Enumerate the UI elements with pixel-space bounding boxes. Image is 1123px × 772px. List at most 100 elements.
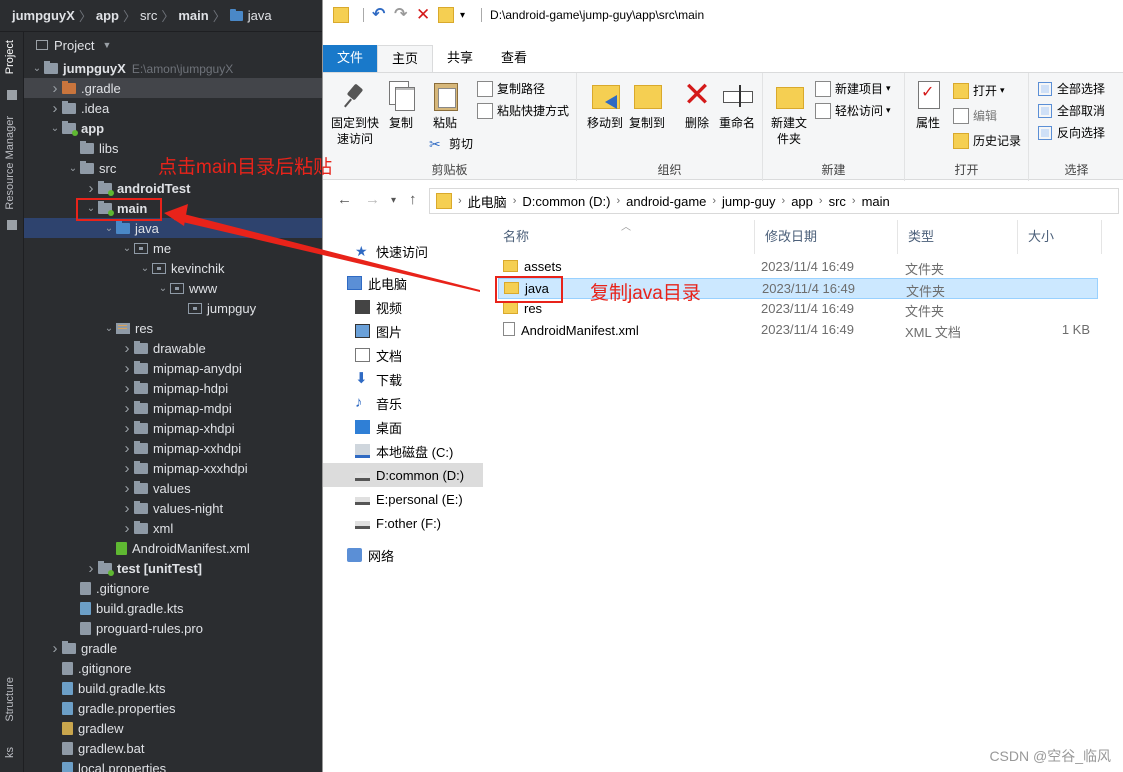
tree-row[interactable]: proguard-rules.pro <box>24 618 322 638</box>
tree-row[interactable]: build.gradle.kts <box>24 678 322 698</box>
chevron-right-icon[interactable]: › <box>120 380 134 397</box>
chevron-down-icon[interactable]: ▼ <box>102 40 111 50</box>
tree-row[interactable]: gradlew <box>24 718 322 738</box>
chevron-down-icon[interactable]: ⌄ <box>48 123 62 134</box>
nav-item[interactable]: ★ 快速访问 <box>323 239 483 263</box>
tree-row[interactable]: ⌄ me <box>24 238 322 258</box>
tree-row[interactable]: › mipmap-mdpi <box>24 398 322 418</box>
redo-icon[interactable]: ↷ <box>394 7 410 23</box>
tree-row[interactable]: › drawable <box>24 338 322 358</box>
forward-arrow-icon[interactable]: → <box>365 191 380 208</box>
nav-item[interactable]: 桌面 <box>323 415 483 439</box>
edit-button[interactable]: 编辑 <box>953 107 997 124</box>
easy-access-button[interactable]: 轻松访问 ▾ <box>815 102 891 119</box>
copy-to-button[interactable]: 复制到 <box>627 79 667 131</box>
tree-row[interactable]: › xml <box>24 518 322 538</box>
nav-item[interactable]: 文档 <box>323 343 483 367</box>
invert-selection-button[interactable]: 反向选择 <box>1037 124 1105 141</box>
address-crumb[interactable]: app <box>791 194 813 209</box>
address-crumb[interactable]: src <box>829 194 846 209</box>
project-panel-header[interactable]: Project ▼ <box>24 32 322 58</box>
tree-row[interactable]: jumpguy <box>24 298 322 318</box>
breadcrumb-item[interactable]: java <box>248 8 272 23</box>
customize-quick-access-icon[interactable]: ▾ <box>460 10 465 21</box>
tree-row[interactable]: .gitignore <box>24 658 322 678</box>
chevron-right-icon[interactable]: › <box>84 560 98 577</box>
breadcrumb-item[interactable]: app <box>96 8 119 23</box>
tree-row[interactable]: › values-night <box>24 498 322 518</box>
address-crumb[interactable]: jump-guy <box>722 194 775 209</box>
new-item-button[interactable]: 新建项目 ▾ <box>815 80 891 97</box>
nav-item[interactable]: 视频 <box>323 295 483 319</box>
tree-row[interactable]: AndroidManifest.xml <box>24 538 322 558</box>
tab-home[interactable]: 主页 <box>377 45 434 72</box>
chevron-down-icon[interactable]: ⌄ <box>66 163 80 174</box>
chevron-right-icon[interactable]: › <box>120 520 134 537</box>
move-to-button[interactable]: 移动到 <box>585 79 625 131</box>
copy-button[interactable]: 复制 <box>383 79 419 131</box>
tree-row[interactable]: build.gradle.kts <box>24 598 322 618</box>
new-folder-button[interactable]: 新建文件夹 <box>769 79 809 147</box>
tab-view[interactable]: 查看 <box>487 45 541 72</box>
tab-share[interactable]: 共享 <box>433 45 487 72</box>
paste-button[interactable]: 粘贴 <box>427 79 463 131</box>
nav-item[interactable]: F:other (F:) <box>323 511 483 535</box>
chevron-right-icon[interactable]: › <box>48 80 62 97</box>
delete-icon[interactable]: ✕ <box>416 6 432 23</box>
column-header-date[interactable]: 修改日期 <box>755 220 898 254</box>
address-crumb[interactable]: 此电脑 <box>468 192 507 211</box>
nav-item[interactable]: D:common (D:) <box>323 463 483 487</box>
cut-button[interactable]: ✂ 剪切 <box>429 135 473 152</box>
resource-manager-icon[interactable] <box>7 220 17 230</box>
breadcrumb-item[interactable]: jumpguyX <box>12 8 75 23</box>
nav-item[interactable]: 此电脑 <box>323 271 483 295</box>
paste-shortcut-button[interactable]: 粘贴快捷方式 <box>477 102 569 119</box>
new-folder-icon[interactable] <box>438 7 454 23</box>
file-row[interactable]: res 2023/11/4 16:49 文件夹 <box>498 299 1098 320</box>
tree-row[interactable]: ⌄ jumpguyX E:\amon\jumpguyX <box>24 58 322 78</box>
tree-row[interactable]: › mipmap-xhdpi <box>24 418 322 438</box>
nav-item[interactable]: 本地磁盘 (C:) <box>323 439 483 463</box>
breadcrumb-item[interactable]: src <box>140 8 157 23</box>
chevron-right-icon[interactable]: › <box>120 360 134 377</box>
chevron-right-icon[interactable]: › <box>120 420 134 437</box>
project-tool-icon[interactable] <box>7 90 17 100</box>
tree-row[interactable]: › androidTest <box>24 178 322 198</box>
chevron-right-icon[interactable]: › <box>48 100 62 117</box>
tree-row[interactable]: › test [unitTest] <box>24 558 322 578</box>
tree-row[interactable]: local.properties <box>24 758 322 772</box>
chevron-down-icon[interactable]: ⌄ <box>102 323 116 334</box>
project-tool-tab[interactable]: Project <box>4 40 16 74</box>
pin-to-quick-access-button[interactable]: 固定到快速访问 <box>329 79 381 147</box>
up-arrow-icon[interactable]: ↑ <box>409 191 417 208</box>
back-arrow-icon[interactable]: ← <box>337 191 352 208</box>
address-crumb[interactable]: main <box>862 194 890 209</box>
undo-icon[interactable]: ↶ <box>372 7 388 23</box>
tree-row[interactable]: › mipmap-xxxhdpi <box>24 458 322 478</box>
address-crumb[interactable]: android-game <box>626 194 706 209</box>
tree-row[interactable]: ⌄ java <box>24 218 322 238</box>
recent-locations-icon[interactable]: ▾ <box>391 195 396 206</box>
nav-item[interactable]: ⬇ 下载 <box>323 367 483 391</box>
tree-row[interactable]: .gitignore <box>24 578 322 598</box>
tree-row[interactable]: › mipmap-xxhdpi <box>24 438 322 458</box>
structure-tool-tab[interactable]: Structure <box>4 677 16 722</box>
properties-button[interactable]: 属性 <box>911 79 945 131</box>
tree-row[interactable]: ⌄ app <box>24 118 322 138</box>
tree-row[interactable]: › .gradle <box>24 78 322 98</box>
delete-button[interactable]: ✕ 删除 <box>679 78 715 131</box>
breadcrumb-item[interactable]: main <box>178 8 208 23</box>
bottom-tool-tab[interactable]: ks <box>4 747 16 758</box>
select-none-button[interactable]: 全部取消 <box>1037 102 1105 119</box>
tree-row[interactable]: › .idea <box>24 98 322 118</box>
history-button[interactable]: 历史记录 <box>953 132 1021 149</box>
tree-row[interactable]: ⌄ res <box>24 318 322 338</box>
tree-row[interactable]: ⌄ www <box>24 278 322 298</box>
open-button[interactable]: 打开 ▾ <box>953 82 1005 99</box>
tree-row[interactable]: › mipmap-anydpi <box>24 358 322 378</box>
column-header-size[interactable]: 大小 <box>1018 220 1102 254</box>
chevron-down-icon[interactable]: ⌄ <box>138 263 152 274</box>
nav-item[interactable]: ♪ 音乐 <box>323 391 483 415</box>
chevron-right-icon[interactable]: › <box>120 340 134 357</box>
file-row[interactable]: AndroidManifest.xml 2023/11/4 16:49 XML 文档… <box>498 320 1098 341</box>
